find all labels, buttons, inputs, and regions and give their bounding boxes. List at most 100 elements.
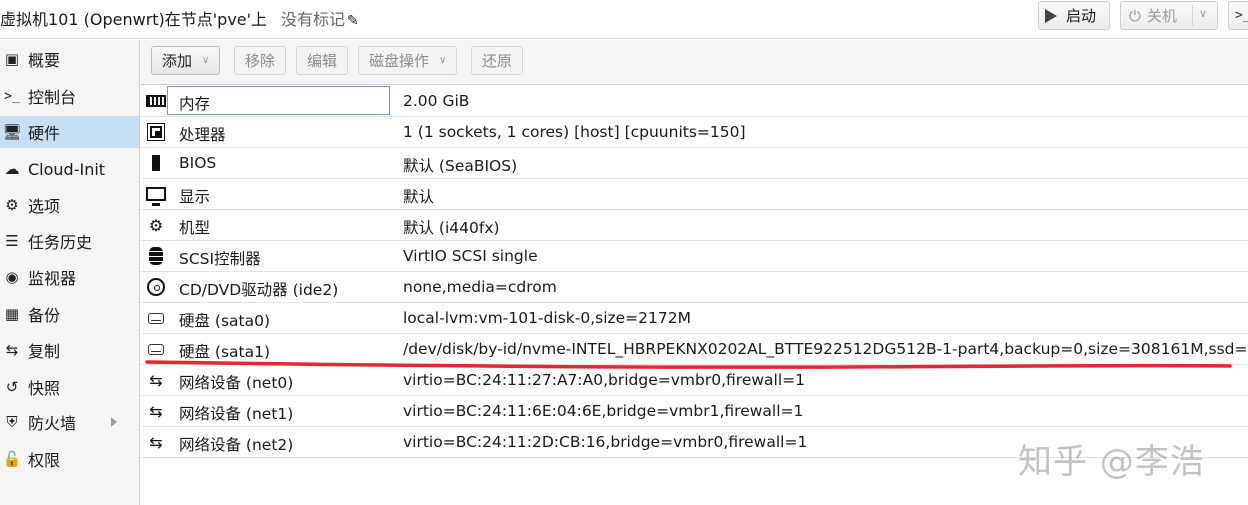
row-key: 内存 bbox=[179, 95, 211, 113]
row-value: local-lvm:vm-101-disk-0,size=2172M bbox=[403, 309, 691, 327]
row-key: 处理器 bbox=[179, 126, 226, 144]
cogs-icon: ⚙ bbox=[148, 215, 164, 235]
start-label: 启动 bbox=[1066, 7, 1097, 25]
sidebar-item-label: 备份 bbox=[28, 306, 61, 325]
unlock-icon: 🔓 bbox=[2, 450, 22, 468]
disk-action-label: 磁盘操作 bbox=[369, 52, 430, 70]
pencil-icon[interactable]: ✎ bbox=[347, 13, 359, 29]
sidebar-item-label: 控制台 bbox=[28, 88, 77, 107]
table-row[interactable]: 显示 默认 bbox=[141, 179, 1248, 210]
row-value: 1 (1 sockets, 1 cores) [host] [cpuunits=… bbox=[403, 123, 746, 141]
memory-icon bbox=[145, 91, 167, 111]
table-row[interactable]: CD/DVD驱动器 (ide2) none,media=cdrom bbox=[141, 272, 1248, 303]
table-row[interactable]: 硬盘 (sata0) local-lvm:vm-101-disk-0,size=… bbox=[141, 303, 1248, 334]
red-underline-annotation bbox=[145, 360, 1232, 369]
sidebar-item-backup[interactable]: ▦ 备份 bbox=[0, 298, 139, 330]
expand-arrow-icon[interactable] bbox=[111, 417, 117, 427]
exchange-icon: ⇆ bbox=[149, 401, 163, 421]
row-value: 默认 (SeaBIOS) bbox=[403, 157, 518, 175]
sidebar-item-hardware[interactable]: 🖥 硬件 bbox=[0, 116, 139, 148]
add-button[interactable]: 添加 ∨ bbox=[151, 46, 221, 75]
table-row[interactable]: 内存 2.00 GiB bbox=[141, 86, 1248, 117]
row-value: 默认 bbox=[403, 188, 435, 206]
tags-editor[interactable]: 没有标记 ✎ bbox=[281, 6, 359, 30]
sidebar-item-label: 快照 bbox=[28, 379, 61, 398]
database-icon bbox=[145, 246, 167, 266]
hardware-toolbar: 添加 ∨ 移除 编辑 磁盘操作 ∨ 还原 bbox=[141, 40, 1248, 85]
sidebar-item-firewall[interactable]: ⛨ 防火墙 bbox=[0, 406, 139, 438]
row-value: virtio=BC:24:11:27:A7:A0,bridge=vmbr0,fi… bbox=[403, 371, 805, 389]
sidebar-item-label: Cloud-Init bbox=[28, 159, 106, 179]
row-key: 网络设备 (net1) bbox=[179, 405, 294, 423]
sidebar-item-console[interactable]: >_ 控制台 bbox=[0, 80, 139, 112]
tags-label: 没有标记 bbox=[281, 10, 346, 29]
hdd-icon bbox=[145, 308, 167, 328]
retweet-icon: ⇆ bbox=[5, 341, 19, 359]
start-button[interactable]: 启动 bbox=[1038, 1, 1110, 30]
sidebar-item-label: 任务历史 bbox=[28, 233, 93, 252]
eye-icon: ◉ bbox=[5, 268, 19, 286]
table-row[interactable]: ⇆ 网络设备 (net1) virtio=BC:24:11:6E:04:6E,b… bbox=[141, 396, 1248, 427]
sidebar-item-label: 选项 bbox=[28, 197, 61, 216]
revert-button[interactable]: 还原 bbox=[471, 46, 524, 75]
edit-button[interactable]: 编辑 bbox=[296, 46, 349, 75]
row-key: 硬盘 (sata0) bbox=[179, 312, 271, 330]
sidebar-item-replication[interactable]: ⇆ 复制 bbox=[0, 334, 139, 366]
sidebar-item-label: 复制 bbox=[28, 342, 61, 361]
cpu-icon bbox=[145, 122, 167, 142]
list-icon: ☰ bbox=[5, 232, 19, 250]
remove-label: 移除 bbox=[245, 52, 276, 70]
sidebar-item-label: 防火墙 bbox=[28, 414, 77, 433]
shutdown-button[interactable]: ⏻ 关机 ∨ bbox=[1120, 1, 1218, 30]
sidebar-item-permissions[interactable]: 🔓 权限 bbox=[0, 443, 139, 475]
row-key: 显示 bbox=[179, 188, 211, 206]
sidebar-item-label: 监视器 bbox=[28, 269, 77, 288]
table-row[interactable]: BIOS 默认 (SeaBIOS) bbox=[141, 148, 1248, 179]
row-key: CD/DVD驱动器 (ide2) bbox=[179, 281, 339, 299]
sidebar-item-label: 硬件 bbox=[28, 124, 61, 143]
floppy-icon: ▦ bbox=[4, 305, 20, 323]
chevron-down-icon: ∨ bbox=[439, 55, 447, 66]
console-button[interactable]: >_ bbox=[1228, 1, 1248, 30]
table-row[interactable]: SCSI控制器 VirtIO SCSI single bbox=[141, 241, 1248, 272]
row-value: virtio=BC:24:11:6E:04:6E,bridge=vmbr1,fi… bbox=[403, 402, 804, 420]
sidebar-item-monitor[interactable]: ◉ 监视器 bbox=[0, 261, 139, 293]
table-row[interactable]: ⚙ 机型 默认 (i440fx) bbox=[141, 210, 1248, 241]
row-key: 网络设备 (net2) bbox=[179, 436, 294, 454]
terminal-icon: >_ bbox=[4, 88, 20, 104]
shutdown-label: 关机 bbox=[1146, 7, 1177, 25]
sidebar-item-label: 权限 bbox=[28, 451, 61, 470]
row-value: 2.00 GiB bbox=[403, 92, 470, 110]
row-value: VirtIO SCSI single bbox=[403, 247, 538, 265]
microchip-icon bbox=[145, 153, 167, 173]
row-value: 默认 (i440fx) bbox=[403, 219, 500, 237]
row-key: 网络设备 (net0) bbox=[179, 374, 294, 392]
shield-icon: ⛨ bbox=[6, 413, 18, 431]
exchange-icon: ⇆ bbox=[149, 432, 163, 452]
edit-label: 编辑 bbox=[307, 52, 338, 70]
sidebar-item-summary[interactable]: ▣ 概要 bbox=[0, 43, 139, 75]
row-key: BIOS bbox=[179, 154, 217, 172]
chevron-down-icon: ∨ bbox=[202, 55, 210, 66]
table-row[interactable]: 处理器 1 (1 sockets, 1 cores) [host] [cpuun… bbox=[141, 117, 1248, 148]
sidebar-item-task-history[interactable]: ☰ 任务历史 bbox=[0, 225, 139, 257]
sidebar-item-label: 概要 bbox=[28, 51, 61, 70]
book-icon: ▣ bbox=[4, 50, 20, 68]
sidebar-item-snapshots[interactable]: ↺ 快照 bbox=[0, 371, 139, 403]
button-separator bbox=[1192, 5, 1193, 26]
row-value: none,media=cdrom bbox=[403, 278, 557, 296]
sidebar-item-options[interactable]: ⚙ 选项 bbox=[0, 189, 139, 221]
chevron-down-icon[interactable]: ∨ bbox=[1199, 7, 1207, 20]
monitor-icon bbox=[145, 184, 167, 206]
row-key: 机型 bbox=[179, 219, 211, 237]
zhihu-watermark: 知乎 @李浩 bbox=[1018, 442, 1205, 482]
vm-header: 虚拟机101 (Openwrt)在节点'pve'上 没有标记 ✎ 启动 ⏻ 关机 … bbox=[0, 0, 1248, 39]
disk-action-button[interactable]: 磁盘操作 ∨ bbox=[358, 46, 458, 75]
remove-button[interactable]: 移除 bbox=[234, 46, 287, 75]
add-label: 添加 bbox=[162, 52, 193, 70]
sidebar-item-cloud-init[interactable]: ☁ Cloud-Init bbox=[0, 153, 139, 185]
vm-sidebar: ▣ 概要 >_ 控制台 🖥 硬件 ☁ Cloud-Init ⚙ 选项 ☰ 任务历… bbox=[0, 40, 140, 505]
revert-label: 还原 bbox=[482, 52, 513, 70]
vm-title: 虚拟机101 (Openwrt)在节点'pve'上 bbox=[0, 10, 268, 29]
power-icon: ⏻ bbox=[1129, 6, 1141, 25]
